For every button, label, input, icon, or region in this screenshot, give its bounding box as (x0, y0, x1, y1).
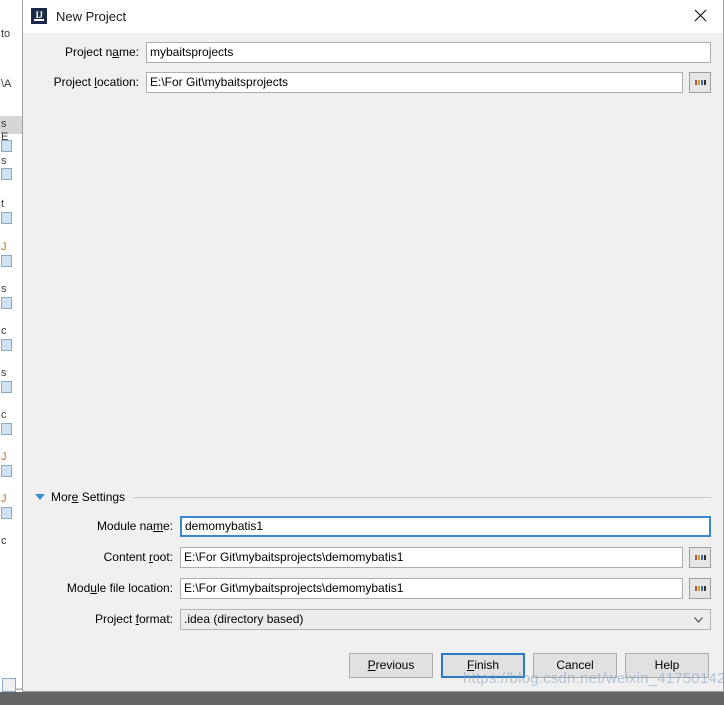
project-location-row: Project location: (35, 71, 711, 93)
background-text-fragment: s (1, 155, 7, 167)
project-location-label-pre: Project (53, 75, 95, 89)
finish-button[interactable]: Finish (441, 652, 525, 678)
module-file-location-browse-button[interactable] (689, 577, 711, 599)
project-location-label: Project location: (35, 75, 146, 89)
module-settings-form: Module name: Content root: Module file l… (23, 515, 723, 639)
close-icon (694, 9, 707, 22)
background-file-icon (1, 140, 12, 152)
cancel-button[interactable]: Cancel (533, 652, 617, 678)
project-location-label-post: ocation: (96, 75, 139, 89)
project-format-label-post: ormat: (138, 612, 173, 626)
content-root-label-pre: Content (103, 550, 149, 564)
project-name-label: Project name: (35, 45, 146, 59)
project-format-row: Project format: .idea (directory based) (45, 608, 711, 630)
background-text-fragment: t (1, 198, 5, 210)
background-project-tree: to \A s Es t Js c s c J Jc (0, 0, 23, 692)
module-file-location-label-pre: Mod (66, 581, 91, 595)
browse-dots-icon (694, 554, 706, 560)
background-text-fragment: to (1, 28, 11, 40)
content-root-row: Content root: (45, 546, 711, 568)
dialog-empty-area (23, 101, 723, 489)
background-file-icon (1, 465, 12, 477)
project-location-input[interactable] (146, 71, 683, 93)
project-format-label-pre: Project (94, 612, 136, 626)
background-file-icon (1, 255, 12, 267)
project-settings-form: Project name: Project location: (23, 33, 723, 101)
previous-button-mnemonic: P (367, 658, 376, 672)
background-file-icon (1, 168, 12, 180)
triangle-down-icon[interactable] (35, 494, 45, 500)
more-settings-separator (133, 496, 711, 498)
background-text-fragment: \A (1, 78, 12, 90)
more-settings-label-pre: Mor (51, 490, 72, 504)
more-settings-header[interactable]: More Settings (23, 489, 723, 505)
close-button[interactable] (678, 0, 723, 31)
background-text-fragment: J (1, 241, 7, 253)
finish-button-post: inish (474, 658, 500, 672)
background-file-icon (1, 339, 12, 351)
browse-dots-icon (694, 585, 706, 591)
previous-button[interactable]: Previous (349, 652, 433, 678)
module-file-location-label-mnemonic: u (90, 581, 97, 595)
background-text-fragment: c (1, 535, 7, 547)
module-name-label-mnemonic: m (152, 519, 163, 533)
background-file-icon (1, 381, 12, 393)
content-root-label: Content root: (45, 550, 180, 564)
module-name-label-post: e: (162, 519, 173, 533)
background-file-icon (1, 297, 12, 309)
finish-button-mnemonic: F (466, 658, 475, 672)
new-project-dialog: IJ New Project Project name: Project loc… (22, 0, 724, 692)
browse-dots-icon (694, 79, 706, 85)
dialog-footer: Previous Finish Cancel Help https://blog… (23, 639, 724, 691)
background-text-fragment: s (1, 283, 7, 295)
module-file-location-input[interactable] (180, 577, 683, 599)
module-name-label-pre: Module na (96, 519, 153, 533)
project-name-input[interactable] (146, 41, 711, 63)
dialog-title: New Project (56, 8, 127, 24)
background-file-icon (1, 423, 12, 435)
background-text-fragment: c (1, 325, 7, 337)
intellij-idea-icon-bar (34, 19, 44, 21)
module-name-input[interactable] (180, 515, 711, 537)
background-text-fragment: s (1, 118, 7, 130)
module-name-row: Module name: (45, 515, 711, 537)
module-name-label: Module name: (45, 519, 180, 533)
project-format-select[interactable]: .idea (directory based) (180, 608, 711, 630)
more-settings-label: More Settings (51, 490, 125, 504)
module-file-location-row: Module file location: (45, 577, 711, 599)
project-format-label: Project format: (45, 612, 180, 626)
content-root-browse-button[interactable] (689, 546, 711, 568)
dialog-body: Project name: Project location: (23, 33, 724, 691)
help-button[interactable]: Help (625, 652, 709, 678)
background-text-fragment: J (1, 493, 7, 505)
background-file-icon (1, 212, 12, 224)
module-file-location-label: Module file location: (45, 581, 180, 595)
project-name-row: Project name: (35, 41, 711, 63)
intellij-idea-icon: IJ (31, 8, 47, 24)
help-button-label: Help (654, 658, 680, 672)
more-settings-label-post: Settings (78, 490, 126, 504)
background-text-fragment: J (1, 451, 7, 463)
background-tray-icon (2, 678, 16, 692)
background-text-fragment: s (1, 367, 7, 379)
project-name-label-post: me: (118, 45, 139, 59)
chevron-down-icon (694, 616, 703, 623)
project-name-label-pre: Project n (64, 45, 113, 59)
background-file-icon (1, 507, 12, 519)
module-file-location-label-post: le file location: (96, 581, 173, 595)
project-location-browse-button[interactable] (689, 71, 711, 93)
project-format-value: .idea (directory based) (184, 612, 304, 626)
project-name-label-mnemonic: a (112, 45, 119, 59)
dialog-titlebar: IJ New Project (23, 0, 723, 33)
content-root-input[interactable] (180, 546, 683, 568)
background-taskbar (0, 692, 724, 705)
previous-button-post: revious (375, 658, 415, 672)
content-root-label-post: oot: (152, 550, 173, 564)
background-text-fragment: c (1, 409, 7, 421)
cancel-button-label: Cancel (556, 658, 594, 672)
